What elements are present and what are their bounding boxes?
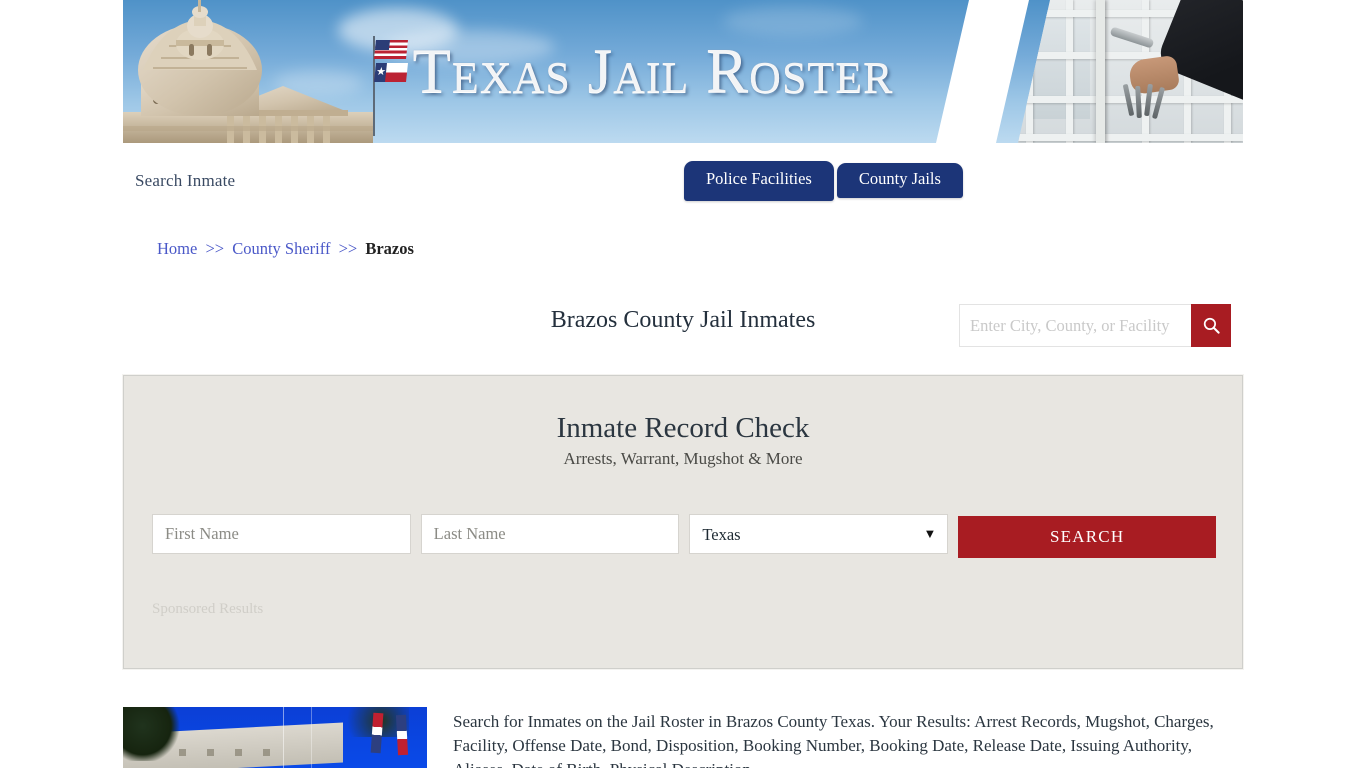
building-window xyxy=(235,749,242,756)
tab-county-jails[interactable]: County Jails xyxy=(836,163,963,198)
us-flag-icon xyxy=(370,712,384,754)
page-title: Brazos County Jail Inmates xyxy=(550,307,816,334)
breadcrumb-current-brazos: Brazos xyxy=(365,239,414,258)
inmate-record-check-panel: Inmate Record Check Arrests, Warrant, Mu… xyxy=(123,375,1243,669)
building-window xyxy=(263,749,270,756)
nav-brand-search-inmate[interactable]: Search Inmate xyxy=(135,171,235,191)
site-title-text: Texas Jail Roster xyxy=(412,36,894,106)
texas-flag-icon xyxy=(395,714,409,756)
breadcrumb-separator: >> xyxy=(338,239,358,258)
tree-foliage xyxy=(123,707,181,761)
page-root: Texas Jail Roster Search Inmate Police F… xyxy=(0,0,1366,768)
panel-title: Inmate Record Check xyxy=(556,412,810,444)
sponsored-results-label: Sponsored Results xyxy=(152,601,264,617)
tab-county-jails-label: County Jails xyxy=(858,168,941,188)
inmate-search-form: Texas ▼ SEARCH xyxy=(152,514,1216,558)
nav-tabs: Police Facilities County Jails xyxy=(684,161,963,201)
tab-police-facilities-label: Police Facilities xyxy=(706,169,812,189)
antenna-mast xyxy=(311,707,312,768)
first-name-input[interactable] xyxy=(152,514,411,554)
antenna-mast xyxy=(283,707,284,768)
search-submit-button[interactable]: SEARCH xyxy=(958,516,1216,558)
site-hero-banner: Texas Jail Roster xyxy=(123,0,1243,143)
state-select[interactable]: Texas xyxy=(689,514,949,554)
jail-building-thumbnail[interactable] xyxy=(123,707,427,768)
breadcrumb-separator: >> xyxy=(205,239,225,258)
breadcrumb-link-county-sheriff[interactable]: County Sheriff xyxy=(232,239,330,258)
breadcrumb-link-home[interactable]: Home xyxy=(157,239,197,258)
last-name-input[interactable] xyxy=(420,514,680,554)
building-window xyxy=(207,749,214,756)
page-description: Search for Inmates on the Jail Roster in… xyxy=(453,712,1214,768)
tab-police-facilities[interactable]: Police Facilities xyxy=(684,161,834,201)
panel-subtitle: Arrests, Warrant, Mugshot & More xyxy=(563,449,803,468)
navbar: Search Inmate Police Facilities County J… xyxy=(123,143,1243,347)
site-title-banner: Texas Jail Roster xyxy=(123,0,1243,143)
state-select-wrapper: Texas ▼ xyxy=(689,514,949,556)
breadcrumb: Home >> County Sheriff >> Brazos xyxy=(157,239,414,259)
